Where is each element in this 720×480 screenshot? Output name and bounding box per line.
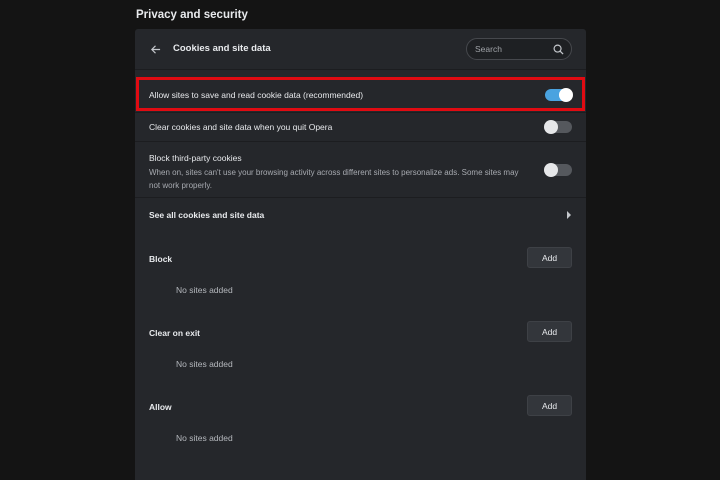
page-title: Cookies and site data bbox=[173, 43, 271, 54]
block-group-label: Block bbox=[149, 254, 173, 264]
block-add-button[interactable]: Add bbox=[527, 247, 572, 268]
toggle-knob bbox=[544, 120, 558, 134]
search-input[interactable] bbox=[475, 42, 551, 56]
highlight-box bbox=[136, 77, 585, 111]
setting-row-block-third-party: Block third-party cookies When on, sites… bbox=[135, 142, 586, 197]
search-box[interactable] bbox=[466, 38, 572, 60]
block-third-party-toggle[interactable] bbox=[544, 163, 572, 177]
clear-on-exit-empty-text: No sites added bbox=[176, 359, 233, 369]
allow-empty-text: No sites added bbox=[176, 433, 233, 443]
clear-on-exit-group-label: Clear on exit bbox=[149, 328, 201, 338]
see-all-label: See all cookies and site data bbox=[149, 210, 265, 220]
setting-row-clear-on-quit: Clear cookies and site data when you qui… bbox=[135, 113, 586, 141]
clear-on-quit-toggle[interactable] bbox=[544, 120, 572, 134]
card-header: Cookies and site data bbox=[135, 29, 586, 70]
section-title: Privacy and security bbox=[136, 9, 248, 21]
clear-on-exit-add-button[interactable]: Add bbox=[527, 321, 572, 342]
setting-label: Clear cookies and site data when you qui… bbox=[149, 122, 333, 132]
block-empty-text: No sites added bbox=[176, 285, 233, 295]
chevron-right-icon bbox=[567, 211, 571, 219]
toggle-knob bbox=[544, 163, 558, 177]
allow-add-button[interactable]: Add bbox=[527, 395, 572, 416]
back-button[interactable] bbox=[147, 40, 163, 58]
allow-group-label: Allow bbox=[149, 402, 172, 412]
arrow-left-icon bbox=[150, 44, 160, 54]
setting-label: Block third-party cookies bbox=[149, 153, 242, 163]
see-all-cookies-link[interactable]: See all cookies and site data bbox=[135, 198, 586, 228]
search-icon[interactable] bbox=[553, 44, 564, 55]
setting-description: When on, sites can't use your browsing a… bbox=[149, 168, 519, 190]
